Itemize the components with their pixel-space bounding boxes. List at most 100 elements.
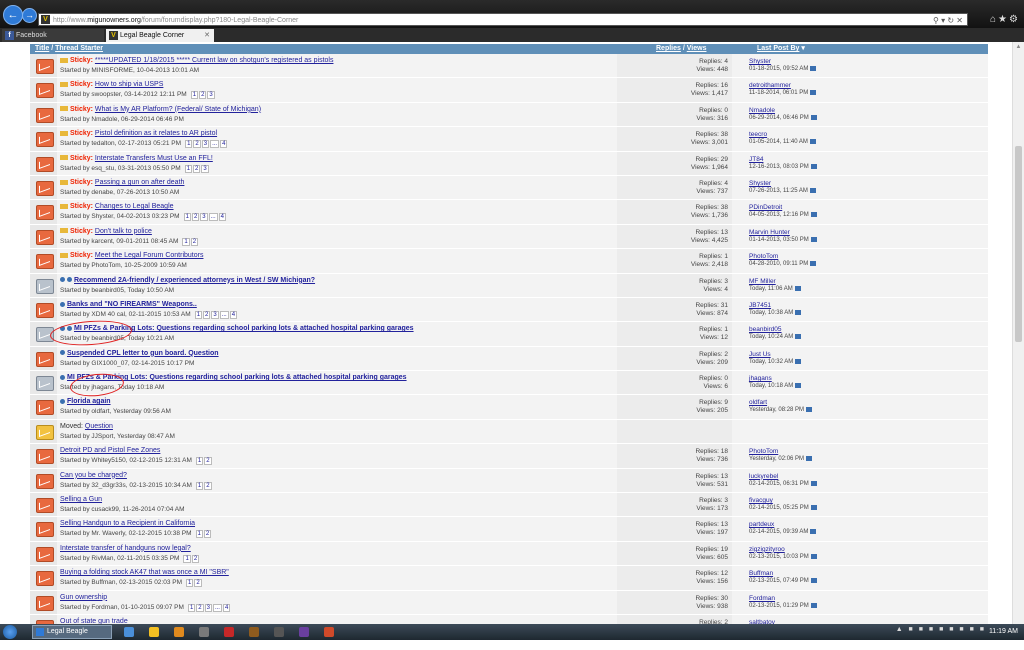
thread-title-link[interactable]: *****UPDATED 1/18/2015 ***** Current law… xyxy=(95,57,334,64)
last-post-user-link[interactable]: luckyrebel xyxy=(749,473,778,480)
last-post-user-link[interactable]: Marvin Hunter xyxy=(749,229,790,236)
go-to-last-post-icon[interactable] xyxy=(794,285,801,291)
page-link[interactable]: 1 xyxy=(185,140,193,149)
app-icon[interactable] xyxy=(299,627,309,637)
last-post-user-link[interactable]: MF Miller xyxy=(749,278,776,285)
page-link[interactable]: 2 xyxy=(193,164,201,173)
page-link[interactable]: 2 xyxy=(199,91,207,100)
go-to-last-post-icon[interactable] xyxy=(810,163,817,169)
page-link[interactable]: 2 xyxy=(191,213,200,222)
sort-starter-link[interactable]: Thread Starter xyxy=(55,45,103,52)
start-button[interactable] xyxy=(3,625,17,639)
thread-title-link[interactable]: Suspended CPL letter to gun board. Quest… xyxy=(67,350,219,357)
thread-title-link[interactable]: Detroit PD and Pistol Fee Zones xyxy=(60,447,160,454)
last-post-user-link[interactable]: oldfart xyxy=(749,399,767,406)
go-to-last-post-icon[interactable] xyxy=(795,383,802,389)
thread-title-link[interactable]: Gun ownership xyxy=(60,594,107,601)
new-post-icon[interactable] xyxy=(60,374,65,380)
last-post-user-link[interactable]: Buffman xyxy=(749,570,773,577)
tab-facebook[interactable]: f Facebook xyxy=(2,29,104,42)
page-link[interactable]: 3 xyxy=(201,164,209,173)
last-post-user-link[interactable]: JB7451 xyxy=(749,302,771,309)
page-link[interactable]: 1 xyxy=(195,530,203,539)
app-icon[interactable] xyxy=(249,627,259,637)
tab-legal-beagle[interactable]: V Legal Beagle Corner ✕ xyxy=(106,29,214,42)
last-post-user-link[interactable]: fivacguy xyxy=(749,497,773,504)
page-scrollbar[interactable]: ▲ xyxy=(1012,42,1024,624)
thread-title-link[interactable]: Banks and "NO FIREARMS" Weapons.. xyxy=(67,301,197,308)
page-link[interactable]: ... xyxy=(210,140,220,149)
sort-replies-link[interactable]: Replies xyxy=(656,45,681,52)
thread-title-link[interactable]: Pistol definition as it relates to AR pi… xyxy=(95,130,217,137)
page-link[interactable]: 2 xyxy=(196,603,204,612)
sort-views-link[interactable]: Views xyxy=(687,45,707,52)
thread-title-link[interactable]: Florida again xyxy=(67,398,111,405)
page-link[interactable]: 4 xyxy=(218,213,226,222)
thread-title-link[interactable]: What is My AR Platform? (Federal/ State … xyxy=(95,106,261,113)
go-to-last-post-icon[interactable] xyxy=(806,456,813,462)
last-post-user-link[interactable]: PDinDetroit xyxy=(749,204,782,211)
page-link[interactable]: 4 xyxy=(229,310,238,319)
sort-title-link[interactable]: Title xyxy=(35,45,49,52)
go-to-last-post-icon[interactable] xyxy=(810,529,817,535)
page-link[interactable]: 4 xyxy=(220,140,228,149)
app-icon[interactable] xyxy=(199,627,209,637)
app-icon[interactable] xyxy=(324,627,334,637)
thread-title-link[interactable]: Interstate Transfers Must Use an FFL! xyxy=(95,155,213,162)
thread-title-link[interactable]: Can you be charged? xyxy=(60,472,127,479)
go-to-last-post-icon[interactable] xyxy=(810,114,817,120)
app-icon[interactable] xyxy=(274,627,284,637)
back-icon[interactable]: ← xyxy=(3,5,23,25)
chrome-icon[interactable] xyxy=(124,627,134,637)
page-link[interactable]: 3 xyxy=(204,603,212,612)
go-to-last-post-icon[interactable] xyxy=(810,90,817,96)
page-link[interactable]: 1 xyxy=(190,91,199,100)
page-link[interactable]: 2 xyxy=(194,579,202,588)
go-to-last-post-icon[interactable] xyxy=(809,139,816,145)
go-to-last-post-icon[interactable] xyxy=(809,187,816,193)
page-link[interactable]: 3 xyxy=(207,91,215,100)
go-to-last-post-icon[interactable] xyxy=(810,480,817,486)
last-post-user-link[interactable]: Shyster xyxy=(749,180,771,187)
page-link[interactable]: 3 xyxy=(211,310,219,319)
app-icon[interactable] xyxy=(174,627,184,637)
last-post-user-link[interactable]: Nmadole xyxy=(749,107,775,114)
filezilla-icon[interactable] xyxy=(224,627,234,637)
new-post-icon[interactable] xyxy=(60,277,65,283)
go-to-last-post-icon[interactable] xyxy=(810,236,817,242)
last-post-user-link[interactable]: partdeux xyxy=(749,521,774,528)
new-post-icon[interactable] xyxy=(67,277,72,283)
page-link[interactable]: 1 xyxy=(186,579,194,588)
page-link[interactable]: 1 xyxy=(195,481,204,490)
go-to-last-post-icon[interactable] xyxy=(810,578,817,584)
new-post-icon[interactable] xyxy=(60,399,65,405)
page-link[interactable]: 2 xyxy=(204,481,212,490)
thread-title-link[interactable]: Changes to Legal Beagle xyxy=(95,203,174,210)
page-link[interactable]: 2 xyxy=(190,237,199,246)
last-post-user-link[interactable]: PhotoTom xyxy=(749,253,778,260)
thread-title-link[interactable]: Recommend 2A-friendly / experienced atto… xyxy=(74,277,315,284)
sort-last-post-link[interactable]: Last Post By xyxy=(757,45,799,52)
page-link[interactable]: 2 xyxy=(191,554,200,563)
home-star-gear-icons[interactable]: ⌂★⚙ xyxy=(990,14,1020,25)
last-post-user-link[interactable]: teecro xyxy=(749,131,767,138)
last-post-user-link[interactable]: Shyster xyxy=(749,58,771,65)
go-to-last-post-icon[interactable] xyxy=(806,407,813,413)
search-refresh-icons[interactable]: ⚲ ▾ ↻ ✕ xyxy=(933,14,963,27)
page-link[interactable]: 4 xyxy=(222,603,231,612)
page-link[interactable]: ... xyxy=(212,603,222,612)
page-link[interactable]: ... xyxy=(208,213,218,222)
page-link[interactable]: 2 xyxy=(203,310,211,319)
go-to-last-post-icon[interactable] xyxy=(810,553,817,559)
thread-title-link[interactable]: Buying a folding stock AK47 that was onc… xyxy=(60,569,229,576)
thread-title-link[interactable]: Selling Handgun to a Recipient in Califo… xyxy=(60,520,195,527)
page-link[interactable]: 2 xyxy=(203,530,212,539)
folder-icon[interactable] xyxy=(149,627,159,637)
last-post-user-link[interactable]: JT84 xyxy=(749,156,763,163)
page-link[interactable]: 3 xyxy=(201,140,210,149)
address-bar[interactable]: V http://www.migunowners.org/forum/forum… xyxy=(38,13,968,26)
page-link[interactable]: 1 xyxy=(183,554,191,563)
close-tab-icon[interactable]: ✕ xyxy=(204,29,210,42)
go-to-last-post-icon[interactable] xyxy=(795,309,802,315)
go-to-last-post-icon[interactable] xyxy=(810,261,817,267)
